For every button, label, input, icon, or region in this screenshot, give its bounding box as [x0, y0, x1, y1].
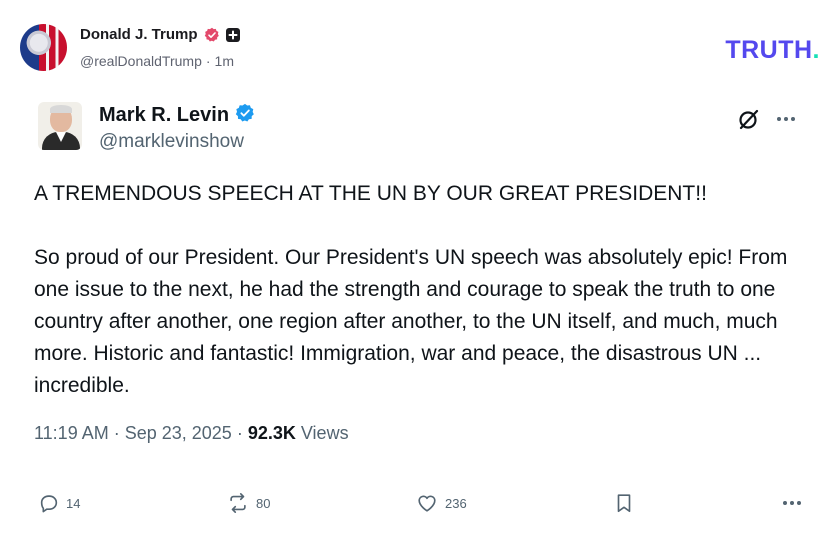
repost-count: 80	[256, 495, 271, 511]
truth-header: Donald J. Trump @realDonaldTrump · 1m TR…	[20, 24, 820, 74]
verified-badge-icon	[235, 103, 255, 128]
like-button[interactable]: 236	[415, 490, 467, 516]
truth-logo: TRUTH.	[725, 36, 820, 65]
action-bar: 14 80 236	[34, 490, 806, 518]
author-name[interactable]: Donald J. Trump	[80, 26, 198, 43]
reply-count: 14	[66, 495, 81, 511]
meta-separator: ·	[236, 423, 243, 443]
bookmark-icon	[617, 494, 631, 513]
views-label: Views	[300, 423, 349, 443]
post-avatar[interactable]	[38, 102, 82, 150]
time-ago[interactable]: 1m	[215, 53, 234, 69]
post-meta: 11:19 AM · Sep 23, 2025 · 92.3K Views	[34, 423, 349, 444]
repost-icon	[230, 493, 246, 513]
separator: ·	[205, 53, 211, 69]
grok-icon[interactable]	[736, 106, 762, 132]
heart-icon	[418, 495, 436, 512]
author-row: Donald J. Trump	[80, 26, 240, 43]
like-count: 236	[445, 495, 467, 511]
post-date[interactable]: Sep 23, 2025	[125, 423, 232, 444]
logo-text: TRUTH	[725, 36, 813, 64]
post-author-handle[interactable]: @marklevinshow	[99, 131, 244, 153]
reply-icon	[40, 495, 58, 513]
logo-dot: .	[812, 36, 820, 64]
more-horizontal-icon[interactable]	[773, 106, 799, 132]
post-author-name[interactable]: Mark R. Levin	[99, 104, 229, 127]
more-horizontal-icon	[783, 501, 801, 505]
views-count: 92.3K	[247, 423, 296, 443]
post-time[interactable]: 11:19 AM	[34, 423, 109, 444]
verified-badge-icon	[204, 27, 220, 43]
plus-badge-icon	[225, 27, 240, 42]
share-more-button[interactable]	[782, 490, 802, 516]
post-author-row: Mark R. Levin	[99, 103, 255, 128]
avatar[interactable]	[20, 24, 67, 71]
handle-row: @realDonaldTrump · 1m	[80, 53, 234, 69]
bookmark-button[interactable]	[614, 490, 634, 516]
meta-separator: ·	[113, 423, 120, 443]
repost-button[interactable]: 80	[226, 490, 270, 516]
author-handle[interactable]: @realDonaldTrump	[80, 53, 202, 69]
reply-button[interactable]: 14	[38, 490, 80, 516]
post-text: A TREMENDOUS SPEECH AT THE UN BY OUR GRE…	[34, 182, 788, 397]
